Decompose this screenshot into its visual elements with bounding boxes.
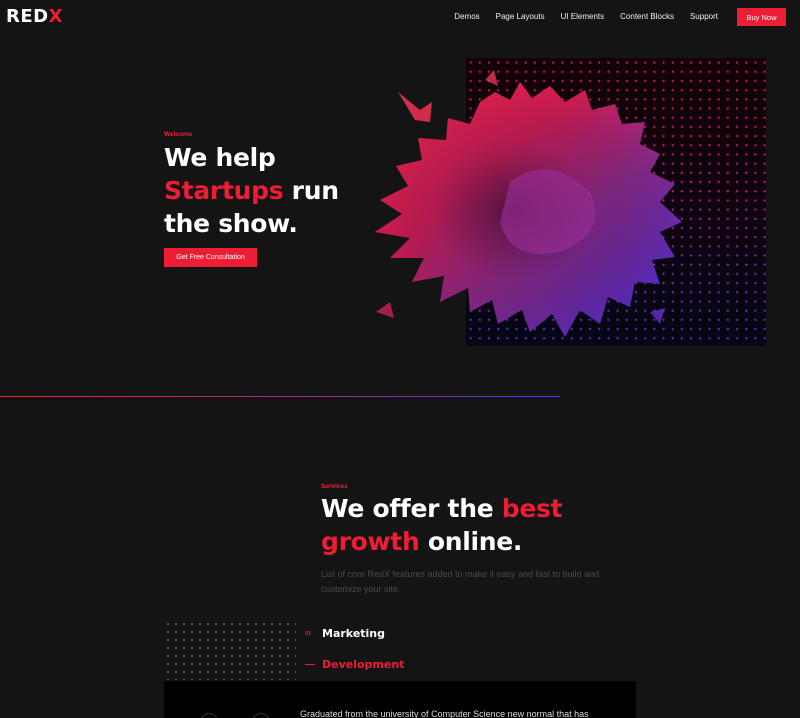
hero-title: We help Startups run the show. [164,141,364,240]
accordion-item-marketing[interactable]: 01 Marketing [305,627,385,640]
page: REDX Demos Page Layouts UI Elements Cont… [0,0,800,718]
accordion-label: Marketing [322,627,386,640]
accordion-item-development[interactable]: Development [305,658,404,671]
services-title-part1: We offer the [321,494,502,523]
services-title-part2: online. [419,527,523,556]
nav-item-demos[interactable]: Demos [454,12,479,22]
services-title: We offer the best growth online. [321,492,581,558]
logo-text-white: RED [6,6,49,27]
buy-now-button[interactable]: Buy Now [737,8,786,26]
nav-item-content-blocks[interactable]: Content Blocks [620,12,674,22]
hero-eyebrow: Welcome [164,131,193,138]
paint-splash-image [375,70,682,337]
logo-text-red: X [48,6,63,27]
top-nav: REDX Demos Page Layouts UI Elements Cont… [0,0,800,36]
services-dot-pattern [164,620,296,680]
services-eyebrow: Services [321,483,348,490]
nav-item-ui-elements[interactable]: UI Elements [561,12,605,22]
accordion-label: Development [322,658,405,671]
nav-menu: Demos Page Layouts UI Elements Content B… [454,12,718,22]
hero-title-line1: We help [164,143,276,172]
section-divider [0,396,560,397]
nav-item-page-layouts[interactable]: Page Layouts [496,12,545,22]
hero-title-line2: run [283,176,339,205]
development-panel-text: Graduated from the university of Compute… [300,709,589,718]
nav-item-support[interactable]: Support [690,12,718,22]
services-description: List of core RedX features added to make… [321,569,600,594]
accordion-number: 01 [305,630,312,637]
hero-title-highlight: Startups [164,176,284,205]
services-title-highlight2: growth [321,527,420,556]
hero-title-line3: the show. [164,209,298,238]
logo[interactable]: REDX [6,7,63,27]
services-title-highlight1: best [501,494,563,523]
get-free-consultation-button[interactable]: Get Free Consultation [164,248,257,267]
active-dash-icon [305,663,315,666]
